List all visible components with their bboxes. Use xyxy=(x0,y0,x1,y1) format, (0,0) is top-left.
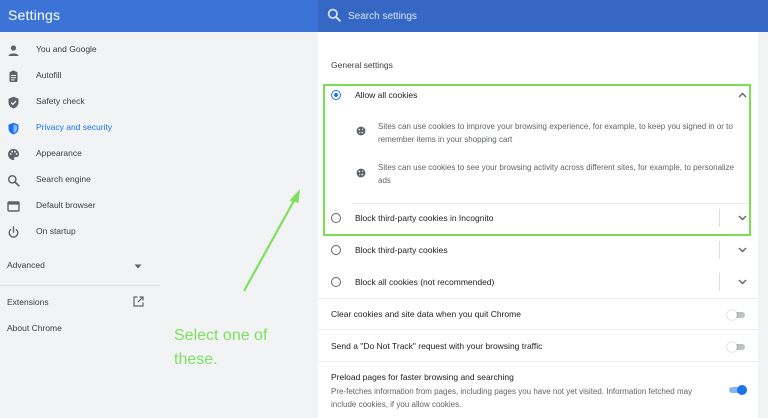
sidebar-divider xyxy=(0,285,160,286)
sidebar-item-label: Search engine xyxy=(36,174,91,184)
separator xyxy=(719,241,720,259)
right-gutter xyxy=(758,32,768,418)
palette-icon xyxy=(8,149,19,160)
sidebar-item-default-browser[interactable]: Default browser xyxy=(0,195,160,219)
separator xyxy=(719,209,720,227)
cookie-icon xyxy=(356,126,366,136)
page-title: Settings xyxy=(8,7,61,23)
radio-allow-all-cookies[interactable] xyxy=(331,90,341,100)
toggle-description: Pre-fetches information from pages, incl… xyxy=(331,387,693,409)
sidebar-item-label: Safety check xyxy=(36,96,85,106)
sidebar-item-privacy-and-security[interactable]: Privacy and security xyxy=(0,117,160,141)
app-header: Settings xyxy=(0,0,768,32)
sidebar-item-about-chrome[interactable]: About Chrome xyxy=(7,323,62,333)
toggle-label: Send a "Do Not Track" request with your … xyxy=(331,341,543,351)
option-label: Block all cookies (not recommended) xyxy=(355,277,495,287)
divider xyxy=(318,361,758,362)
sidebar-item-label: Default browser xyxy=(36,200,96,210)
do-not-track-toggle[interactable] xyxy=(727,341,747,352)
search-input[interactable] xyxy=(348,0,748,32)
browser-icon xyxy=(7,201,20,212)
sidebar-item-on-startup[interactable]: On startup xyxy=(0,221,160,245)
separator xyxy=(719,273,720,291)
sidebar-item-label: You and Google xyxy=(36,44,97,54)
option-label: Block third-party cookies xyxy=(355,245,448,255)
option-label: Allow all cookies xyxy=(355,90,418,100)
detail-text: Sites can use cookies to see your browsi… xyxy=(378,163,735,185)
toggle-label: Clear cookies and site data when you qui… xyxy=(331,309,521,319)
caret-down-icon[interactable] xyxy=(134,264,142,269)
sidebar-item-autofill[interactable]: Autofill xyxy=(0,65,160,89)
sidebar-item-search-engine[interactable]: Search engine xyxy=(0,169,160,193)
clear-cookies-on-exit-toggle[interactable] xyxy=(727,309,747,320)
clipboard-icon xyxy=(9,70,18,82)
cookie-icon xyxy=(356,168,366,178)
divider xyxy=(318,329,758,330)
open-in-new-icon[interactable] xyxy=(133,296,144,307)
shield-icon xyxy=(8,122,19,135)
toggle-label: Preload pages for faster browsing and se… xyxy=(331,372,514,382)
sidebar-item-appearance[interactable]: Appearance xyxy=(0,143,160,167)
shield-check-icon xyxy=(8,96,19,109)
sidebar-item-safety-check[interactable]: Safety check xyxy=(0,91,160,115)
search-icon xyxy=(7,174,20,187)
sidebar-advanced-toggle[interactable]: Advanced xyxy=(7,260,45,270)
sidebar-item-you-and-google[interactable]: You and Google xyxy=(0,39,160,63)
chevron-down-icon[interactable] xyxy=(738,215,747,221)
preload-pages-toggle[interactable] xyxy=(727,384,747,395)
detail-text: Sites can use cookies to improve your br… xyxy=(378,122,733,144)
radio-block-third-party[interactable] xyxy=(331,245,341,255)
search-icon xyxy=(327,8,341,22)
annotation-text: Select one of these. xyxy=(174,327,268,368)
sidebar-item-extensions[interactable]: Extensions xyxy=(7,297,49,307)
chevron-up-icon[interactable] xyxy=(738,92,747,98)
radio-block-third-party-incognito[interactable] xyxy=(331,213,341,223)
sidebar-item-label: Appearance xyxy=(36,148,82,158)
divider xyxy=(318,298,758,299)
power-icon xyxy=(8,226,19,238)
chevron-down-icon[interactable] xyxy=(738,247,747,253)
person-icon xyxy=(8,45,19,56)
search-bar[interactable] xyxy=(318,0,768,32)
section-title: General settings xyxy=(331,60,393,70)
sidebar-item-label: On startup xyxy=(36,226,76,236)
option-label: Block third-party cookies in Incognito xyxy=(355,213,494,223)
sidebar-item-label: Autofill xyxy=(36,70,62,80)
radio-block-all-cookies[interactable] xyxy=(331,277,341,287)
chevron-down-icon[interactable] xyxy=(738,279,747,285)
divider xyxy=(352,203,750,204)
sidebar-item-label: Privacy and security xyxy=(36,122,113,132)
